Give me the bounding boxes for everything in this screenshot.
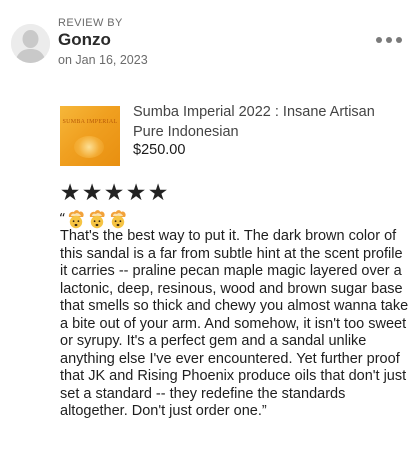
review-date: on Jan 16, 2023 (58, 53, 148, 67)
exploding-head-emoji (68, 210, 84, 229)
open-quote: “ (59, 211, 66, 227)
more-options-button[interactable] (376, 33, 402, 47)
more-options-icon (376, 37, 382, 43)
exploding-head-emoji (110, 210, 126, 229)
review-header: REVIEW BY Gonzo on Jan 16, 2023 (0, 0, 416, 80)
star-icon: ★ (81, 180, 103, 206)
product-thumbnail[interactable]: SUMBA IMPERIAL (60, 106, 120, 166)
star-icon: ★ (59, 180, 81, 206)
review-emoji-row: “ (59, 209, 129, 229)
person-silhouette-icon (11, 24, 50, 63)
product-thumbnail-glow (74, 136, 104, 158)
product-title[interactable]: Sumba Imperial 2022 : Insane Artisan Pur… (133, 102, 408, 142)
star-icon: ★ (147, 180, 169, 206)
product-price: $250.00 (133, 142, 186, 158)
star-icon: ★ (103, 180, 125, 206)
product-thumbnail-text: SUMBA IMPERIAL (62, 119, 118, 125)
product-card[interactable]: SUMBA IMPERIAL Sumba Imperial 2022 : Ins… (60, 97, 410, 169)
review-by-label: REVIEW BY (58, 17, 123, 29)
more-options-icon (396, 37, 402, 43)
rating-stars: ★ ★ ★ ★ ★ (59, 180, 169, 206)
reviewer-avatar[interactable] (11, 24, 50, 63)
star-icon: ★ (125, 180, 147, 206)
exploding-head-emoji (89, 210, 105, 229)
review-body: That's the best way to put it. The dark … (60, 228, 409, 419)
more-options-icon (386, 37, 392, 43)
reviewer-name[interactable]: Gonzo (58, 30, 111, 50)
